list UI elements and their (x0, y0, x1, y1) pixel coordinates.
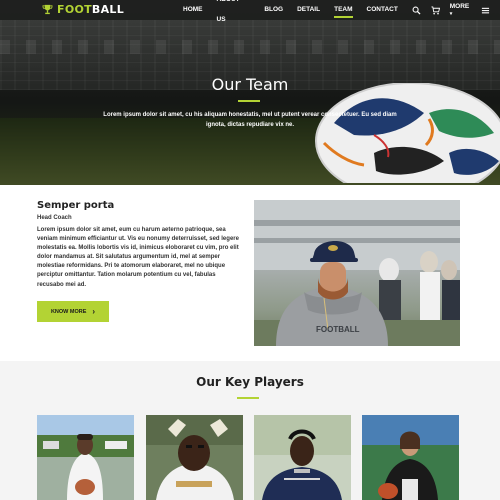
nav-team[interactable]: TEAM (334, 0, 353, 20)
player-card-3[interactable] (254, 415, 351, 500)
coach-bio: Lorem ipsum dolor sit amet, eum cu harum… (37, 227, 239, 288)
know-more-button[interactable]: KNOW MORE › (37, 301, 109, 322)
players-title-underline (237, 397, 259, 399)
player-photo (37, 415, 134, 500)
menu-icon[interactable] (481, 6, 490, 15)
cart-icon[interactable] (431, 5, 440, 15)
coach-name: Semper porta (37, 200, 115, 211)
key-players-section: Our Key Players (0, 361, 500, 500)
player-card-1[interactable] (37, 415, 134, 500)
hero-title-underline (238, 100, 260, 102)
nav-blog[interactable]: BLOG (264, 0, 283, 20)
page: Our Team Lorem ipsum dolor sit amet, cu … (0, 0, 500, 500)
coach-section: Semper porta Head Coach Lorem ipsum dolo… (0, 185, 500, 361)
player-photo (254, 415, 351, 500)
player-photo (362, 415, 459, 500)
player-card-2[interactable] (146, 415, 243, 500)
jersey-text: FOOTBALL (316, 325, 360, 334)
player-photo (146, 415, 243, 500)
search-icon[interactable] (412, 6, 421, 15)
player-card-4[interactable] (362, 415, 459, 500)
top-navigation: FOOTBALL HOME ABOUT US BLOG DETAIL TEAM … (0, 0, 500, 23)
trophy-icon (42, 4, 53, 15)
nav-more-dropdown[interactable]: MORE ▾ (450, 3, 473, 17)
chevron-right-icon: › (92, 306, 96, 316)
nav-contact[interactable]: CONTACT (367, 0, 398, 20)
logo-text: FOOTBALL (57, 3, 125, 16)
nav-home[interactable]: HOME (183, 0, 203, 20)
main-menu: HOME ABOUT US BLOG DETAIL TEAM CONTACT M… (183, 0, 500, 23)
chevron-down-icon: ▾ (449, 11, 453, 17)
site-logo[interactable]: FOOTBALL (42, 3, 124, 16)
coach-role: Head Coach (37, 215, 72, 221)
hero-description: Lorem ipsum dolor sit amet, cu his aliqu… (103, 112, 397, 128)
football-image (315, 83, 500, 183)
players-title: Our Key Players (196, 375, 304, 389)
coach-photo: FOOTBALL (254, 200, 460, 346)
hero-title: Our Team (211, 75, 289, 94)
nav-about-us[interactable]: ABOUT US (217, 0, 251, 30)
nav-detail[interactable]: DETAIL (297, 0, 320, 20)
